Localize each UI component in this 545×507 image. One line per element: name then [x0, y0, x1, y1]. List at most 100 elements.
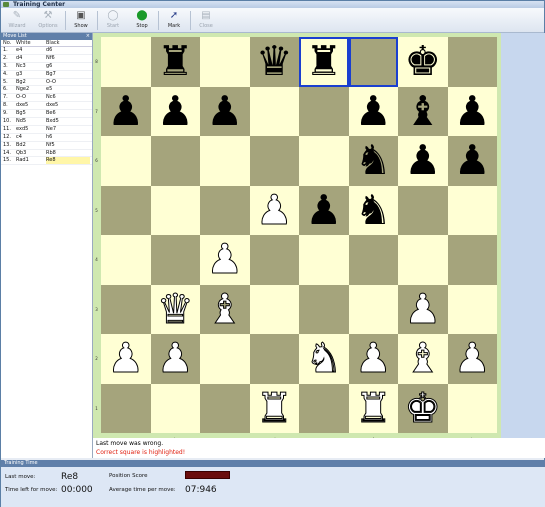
square-g7[interactable]: ♝ [398, 86, 448, 136]
close-panel-icon[interactable]: × [86, 33, 90, 40]
black-pawn-icon[interactable]: ♟ [355, 90, 392, 132]
square-h4[interactable] [447, 235, 497, 285]
square-d3[interactable] [249, 284, 299, 334]
square-c8[interactable] [200, 37, 250, 87]
show-button[interactable]: ▣ Show [67, 9, 95, 32]
square-b4[interactable] [150, 235, 200, 285]
black-bishop-icon[interactable]: ♝ [404, 90, 441, 132]
square-g6[interactable]: ♟ [398, 136, 448, 186]
move-list-row[interactable]: 9. Bg5 Be6 [1, 110, 92, 119]
white-pawn-icon[interactable]: ♟ [255, 189, 293, 231]
square-d4[interactable] [249, 235, 299, 285]
start-button[interactable]: ◯ Start [99, 9, 127, 32]
move-list-row[interactable]: 5. Bg2 O-O [1, 79, 92, 87]
square-b1[interactable] [150, 383, 200, 433]
square-h5[interactable] [447, 185, 497, 235]
square-g4[interactable] [398, 235, 448, 285]
square-e4[interactable] [299, 235, 349, 285]
square-e3[interactable] [299, 284, 349, 334]
move-list-row[interactable]: 15. Rad1 Re8 [1, 157, 92, 166]
white-king-icon[interactable]: ♚ [404, 387, 442, 429]
square-a2[interactable]: ♟ [101, 334, 151, 384]
black-knight-icon[interactable]: ♞ [355, 140, 392, 181]
stop-button[interactable]: ⬤ Stop [128, 9, 156, 32]
square-a8[interactable] [101, 37, 151, 87]
square-e2[interactable]: ♞ [299, 334, 349, 384]
square-g8[interactable]: ♚ [398, 37, 448, 87]
square-f8[interactable] [348, 37, 398, 87]
black-knight-icon[interactable]: ♞ [355, 189, 392, 231]
square-f2[interactable]: ♟ [348, 334, 398, 384]
white-bishop-icon[interactable]: ♝ [206, 288, 244, 330]
mark-button[interactable]: ➚ Mark [160, 9, 188, 32]
square-d1[interactable]: ♜ [249, 383, 299, 433]
square-g5[interactable] [398, 185, 448, 235]
black-rook-icon[interactable]: ♜ [305, 41, 342, 82]
square-a3[interactable] [101, 284, 151, 334]
move-list-row[interactable]: 7. O-O Nc6 [1, 94, 92, 103]
square-d8[interactable]: ♛ [249, 37, 299, 87]
white-rook-icon[interactable]: ♜ [354, 387, 392, 429]
square-c1[interactable] [200, 383, 250, 433]
white-pawn-icon[interactable]: ♟ [206, 238, 244, 280]
white-pawn-icon[interactable]: ♟ [107, 337, 145, 379]
white-pawn-icon[interactable]: ♟ [453, 337, 491, 379]
black-pawn-icon[interactable]: ♟ [157, 90, 194, 132]
square-c2[interactable] [200, 334, 250, 384]
move-list-row[interactable]: 14. Qb3 Rb8 [1, 150, 92, 158]
move-list-row[interactable]: 4. g3 Bg7 [1, 71, 92, 79]
wizard-button[interactable]: ✎ Wizard [3, 9, 31, 32]
white-rook-icon[interactable]: ♜ [255, 387, 293, 429]
square-h2[interactable]: ♟ [447, 334, 497, 384]
square-b2[interactable]: ♟ [150, 334, 200, 384]
square-a1[interactable] [101, 383, 151, 433]
square-b6[interactable] [150, 136, 200, 186]
square-d2[interactable] [249, 334, 299, 384]
move-list-row[interactable]: 2. d4 Nf6 [1, 55, 92, 63]
black-king-icon[interactable]: ♚ [404, 41, 441, 82]
white-queen-icon[interactable]: ♛ [156, 288, 194, 330]
close-button[interactable]: ▤ Close [192, 9, 220, 32]
options-button[interactable]: ⚒ Options [34, 9, 62, 32]
square-a6[interactable] [101, 136, 151, 186]
square-g1[interactable]: ♚ [398, 383, 448, 433]
square-c3[interactable]: ♝ [200, 284, 250, 334]
square-b7[interactable]: ♟ [150, 86, 200, 136]
square-g2[interactable]: ♝ [398, 334, 448, 384]
move-list-row[interactable]: 11. exd5 Ne7 [1, 126, 92, 134]
square-f4[interactable] [348, 235, 398, 285]
square-d7[interactable] [249, 86, 299, 136]
square-a4[interactable] [101, 235, 151, 285]
square-f7[interactable]: ♟ [348, 86, 398, 136]
white-pawn-icon[interactable]: ♟ [156, 337, 194, 379]
black-pawn-icon[interactable]: ♟ [206, 90, 243, 132]
square-a5[interactable] [101, 185, 151, 235]
move-list-row[interactable]: 10. Nd5 Bxd5 [1, 118, 92, 126]
square-h6[interactable]: ♟ [447, 136, 497, 186]
white-pawn-icon[interactable]: ♟ [354, 337, 392, 379]
white-bishop-icon[interactable]: ♝ [404, 337, 442, 379]
square-h7[interactable]: ♟ [447, 86, 497, 136]
square-f1[interactable]: ♜ [348, 383, 398, 433]
move-list-row[interactable]: 6. Nge2 e5 [1, 86, 92, 95]
black-pawn-icon[interactable]: ♟ [404, 140, 441, 181]
square-e6[interactable] [299, 136, 349, 186]
square-d6[interactable] [249, 136, 299, 186]
square-a7[interactable]: ♟ [101, 86, 151, 136]
black-queen-icon[interactable]: ♛ [256, 41, 293, 82]
move-list-row[interactable]: 12. c4 h6 [1, 134, 92, 142]
square-e5[interactable]: ♟ [299, 185, 349, 235]
black-pawn-icon[interactable]: ♟ [305, 189, 342, 231]
square-h1[interactable] [447, 383, 497, 433]
square-c4[interactable]: ♟ [200, 235, 250, 285]
square-f3[interactable] [348, 284, 398, 334]
square-b3[interactable]: ♛ [150, 284, 200, 334]
black-pawn-icon[interactable]: ♟ [454, 140, 491, 181]
square-d5[interactable]: ♟ [249, 185, 299, 235]
square-b5[interactable] [150, 185, 200, 235]
square-e7[interactable] [299, 86, 349, 136]
square-h3[interactable] [447, 284, 497, 334]
white-pawn-icon[interactable]: ♟ [404, 288, 442, 330]
move-list-row[interactable]: 1. e4 d6 [1, 47, 92, 55]
square-h8[interactable] [447, 37, 497, 87]
